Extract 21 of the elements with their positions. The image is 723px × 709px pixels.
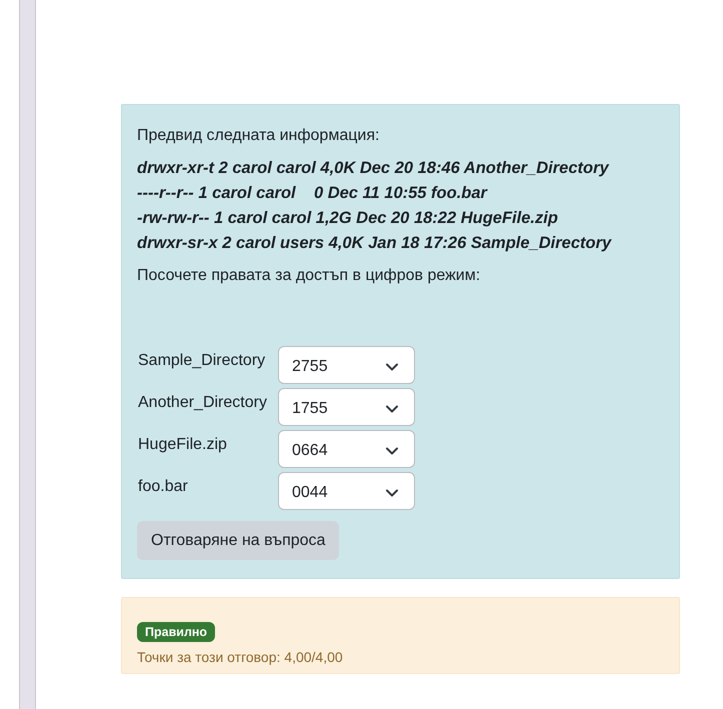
intro-text: Предвид следната информация: xyxy=(137,126,380,146)
submit-button[interactable]: Отговаряне на въпроса xyxy=(137,521,340,560)
score-text: Точки за този отговор: 4,00/4,00 xyxy=(137,648,344,667)
file-listing-line: drwxr-sr-x 2 carol users 4,0K Jan 18 17:26 Sample_Directory xyxy=(137,233,613,254)
chevron-icon xyxy=(386,489,398,497)
answer-label: foo.bar xyxy=(137,477,189,497)
permission-select[interactable]: 2755 xyxy=(278,346,415,384)
permission-select[interactable]: 0044 xyxy=(278,472,415,510)
file-listing-line: -rw-rw-r-- 1 carol carol 1,2G Dec 20 18:22 HugeFile.zip xyxy=(137,208,559,229)
answer-label: HugeFile.zip xyxy=(137,435,228,455)
prompt-text: Посочете правата за достъп в цифров режим: xyxy=(137,266,482,286)
file-listing-line: ----r--r-- 1 carol carol 0 Dec 11 10:55 foo.bar xyxy=(137,183,488,204)
file-listing-line: drwxr-xr-t 2 carol carol 4,0K Dec 20 18:46 Another_Directory xyxy=(137,158,610,179)
chevron-icon xyxy=(386,363,398,371)
chevron-icon xyxy=(386,447,398,455)
permission-select[interactable]: 1755 xyxy=(278,388,415,426)
chevron-icon xyxy=(386,405,398,413)
permission-select[interactable]: 0664 xyxy=(278,430,415,468)
answer-label: Sample_Directory xyxy=(137,351,266,371)
correct-badge: Правилно xyxy=(137,622,216,642)
answer-label: Another_Directory xyxy=(137,393,268,413)
